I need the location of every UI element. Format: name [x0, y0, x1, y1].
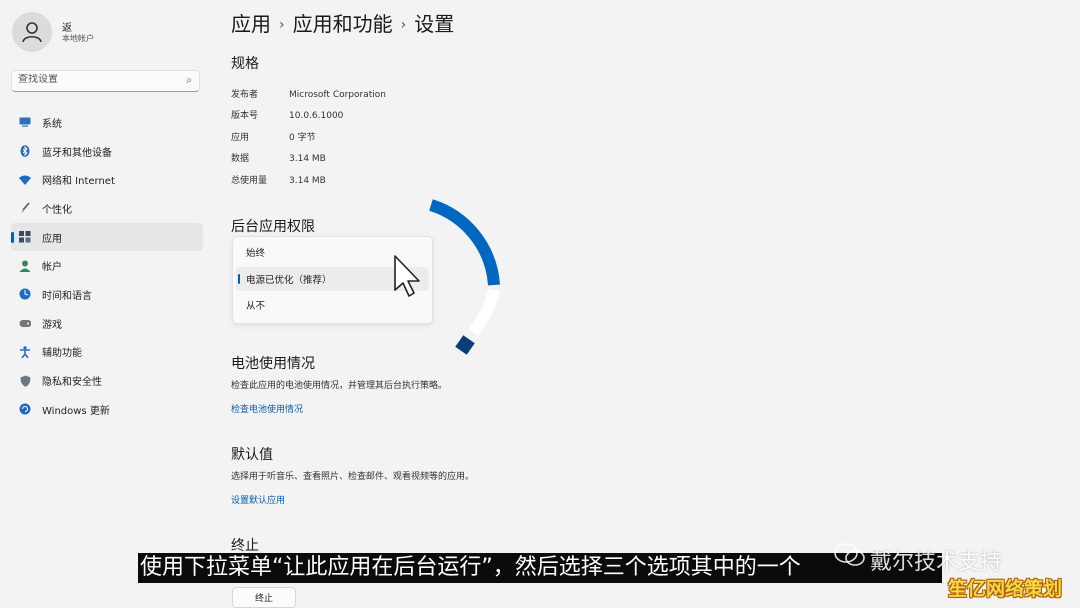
wechat-logo-icon — [834, 542, 866, 568]
ring-white-arc — [473, 290, 494, 332]
ring-blue-arc — [431, 205, 494, 285]
video-caption: 使用下拉菜单“让此应用在后台运行”，然后选择三个选项其中的一个 — [138, 553, 942, 583]
site-watermark: 笙亿网络策划 — [948, 574, 1062, 601]
animation-overlay — [0, 0, 1080, 608]
channel-watermark: 戴尔技术支持 — [870, 544, 1002, 576]
mouse-cursor-icon — [395, 256, 419, 296]
ring-dark-square — [455, 335, 474, 354]
